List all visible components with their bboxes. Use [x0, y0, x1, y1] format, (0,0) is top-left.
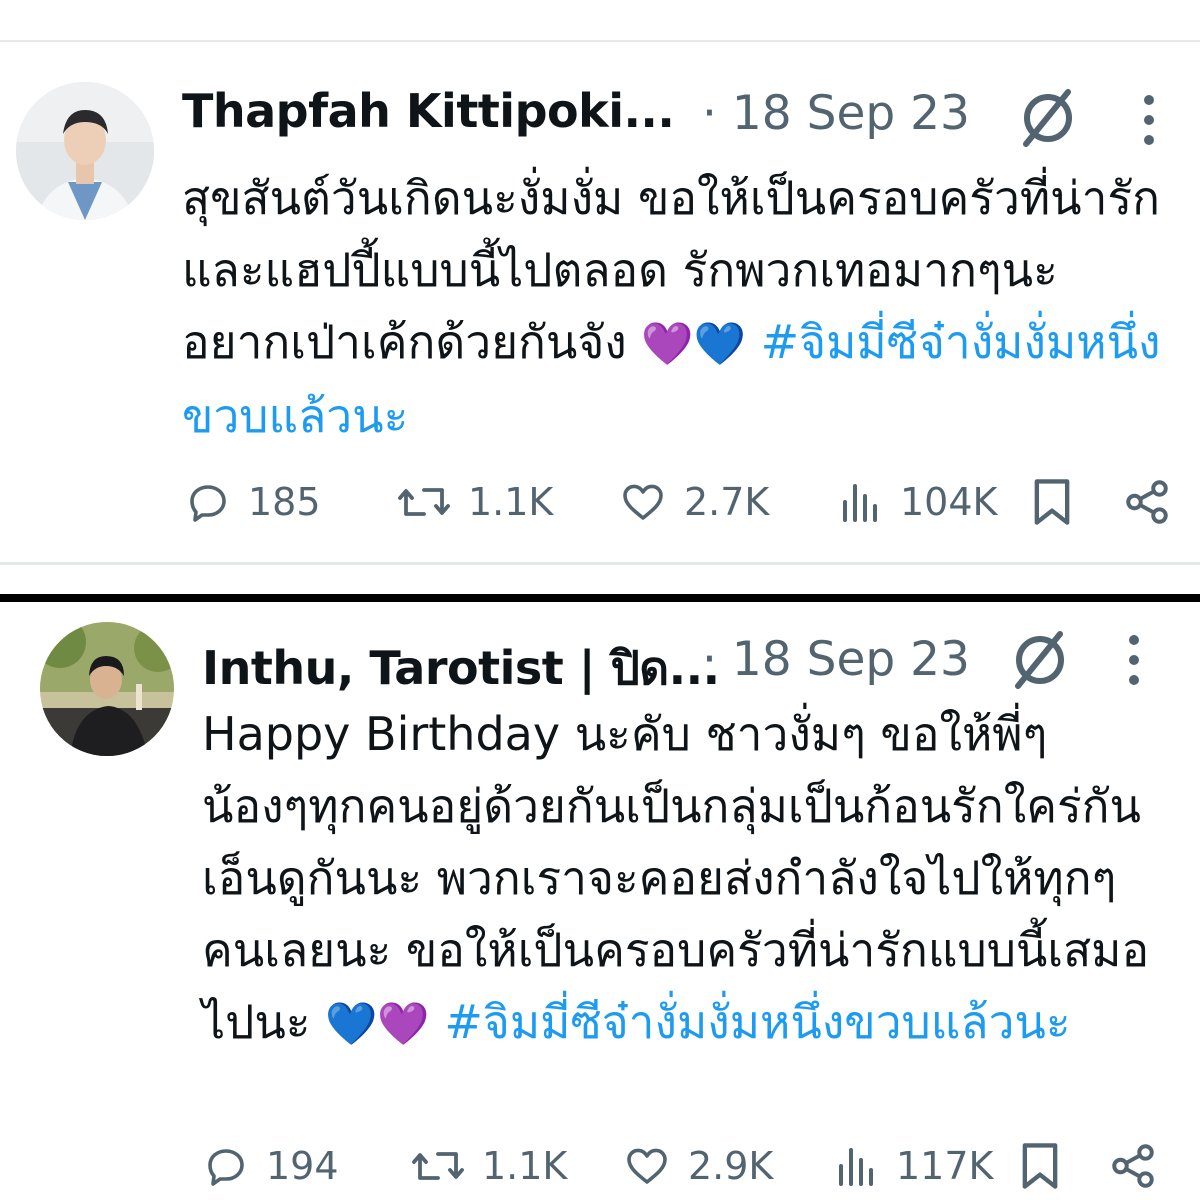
author-name[interactable]: Inthu, Tarotist | ปิด...: [202, 632, 720, 705]
reply-button[interactable]: 185: [184, 472, 321, 532]
repost-icon: [412, 1152, 464, 1180]
views-count: 117K: [896, 1144, 994, 1188]
share-button[interactable]: [1108, 1136, 1174, 1196]
image-divider: [0, 594, 1200, 602]
avatar-photo: [40, 622, 174, 756]
like-count: 2.9K: [688, 1144, 774, 1188]
avatar[interactable]: [16, 82, 154, 220]
avatar-photo: [16, 82, 154, 220]
more-icon[interactable]: [1120, 632, 1148, 692]
reply-icon: [208, 1149, 244, 1186]
tweet-date[interactable]: · 18 Sep 23: [702, 86, 970, 141]
share-icon: [1126, 480, 1168, 524]
repost-button[interactable]: 1.1K: [410, 1136, 567, 1196]
like-button[interactable]: 2.7K: [618, 472, 769, 532]
grok-icon[interactable]: [1016, 86, 1080, 154]
bookmark-icon: [1034, 479, 1070, 525]
views-count: 104K: [900, 480, 998, 524]
tweet-actions: 194 1.1K 2.9K 117K: [0, 1136, 1200, 1196]
avatar[interactable]: [40, 622, 174, 756]
like-icon: [623, 484, 663, 520]
author-name[interactable]: Thapfah Kittipoki...: [182, 84, 675, 138]
bookmark-icon: [1022, 1143, 1058, 1189]
like-button[interactable]: 2.9K: [622, 1136, 773, 1196]
heart-emojis: 💜💙: [641, 319, 746, 368]
repost-button[interactable]: 1.1K: [396, 472, 553, 532]
tweet-text: สุขสันต์วันเกิดนะงั่มงั่ม ขอให้เป็นครอบค…: [182, 162, 1172, 452]
views-button[interactable]: 104K: [838, 472, 997, 532]
grok-icon[interactable]: [1008, 628, 1072, 696]
share-icon: [1112, 1144, 1154, 1188]
hashtag-link[interactable]: #จิมมี่ซีจ๋างั่มงั่มหนึ่งขวบแล้วนะ: [444, 995, 1070, 1049]
views-button[interactable]: 117K: [834, 1136, 993, 1196]
tweet-card[interactable]: Thapfah Kittipoki... · 18 Sep 23 สุขสันต…: [0, 40, 1200, 565]
views-icon: [843, 484, 877, 522]
bookmark-button[interactable]: [1016, 1136, 1080, 1196]
reply-icon: [190, 485, 226, 522]
tweet-card[interactable]: Inthu, Tarotist | ปิด... · 18 Sep 23 Hap…: [0, 604, 1200, 1200]
tweet-text: Happy Birthday นะคับ ชาวงั่มๆ ขอให้พี่ๆน…: [202, 698, 1152, 1060]
reply-button[interactable]: 194: [202, 1136, 339, 1196]
heart-emojis: 💙💜: [325, 999, 430, 1048]
repost-count: 1.1K: [468, 480, 554, 524]
repost-icon: [398, 488, 450, 516]
reply-count: 194: [266, 1144, 339, 1188]
like-icon: [627, 1148, 667, 1184]
tweet-actions: 185 1.1K 2.7K 104K: [0, 472, 1200, 532]
bookmark-button[interactable]: [1028, 472, 1092, 532]
tweet-date[interactable]: · 18 Sep 23: [702, 632, 970, 687]
repost-count: 1.1K: [482, 1144, 568, 1188]
reply-count: 185: [248, 480, 321, 524]
like-count: 2.7K: [684, 480, 770, 524]
share-button[interactable]: [1122, 472, 1188, 532]
more-icon[interactable]: [1135, 92, 1163, 152]
views-icon: [839, 1148, 873, 1186]
